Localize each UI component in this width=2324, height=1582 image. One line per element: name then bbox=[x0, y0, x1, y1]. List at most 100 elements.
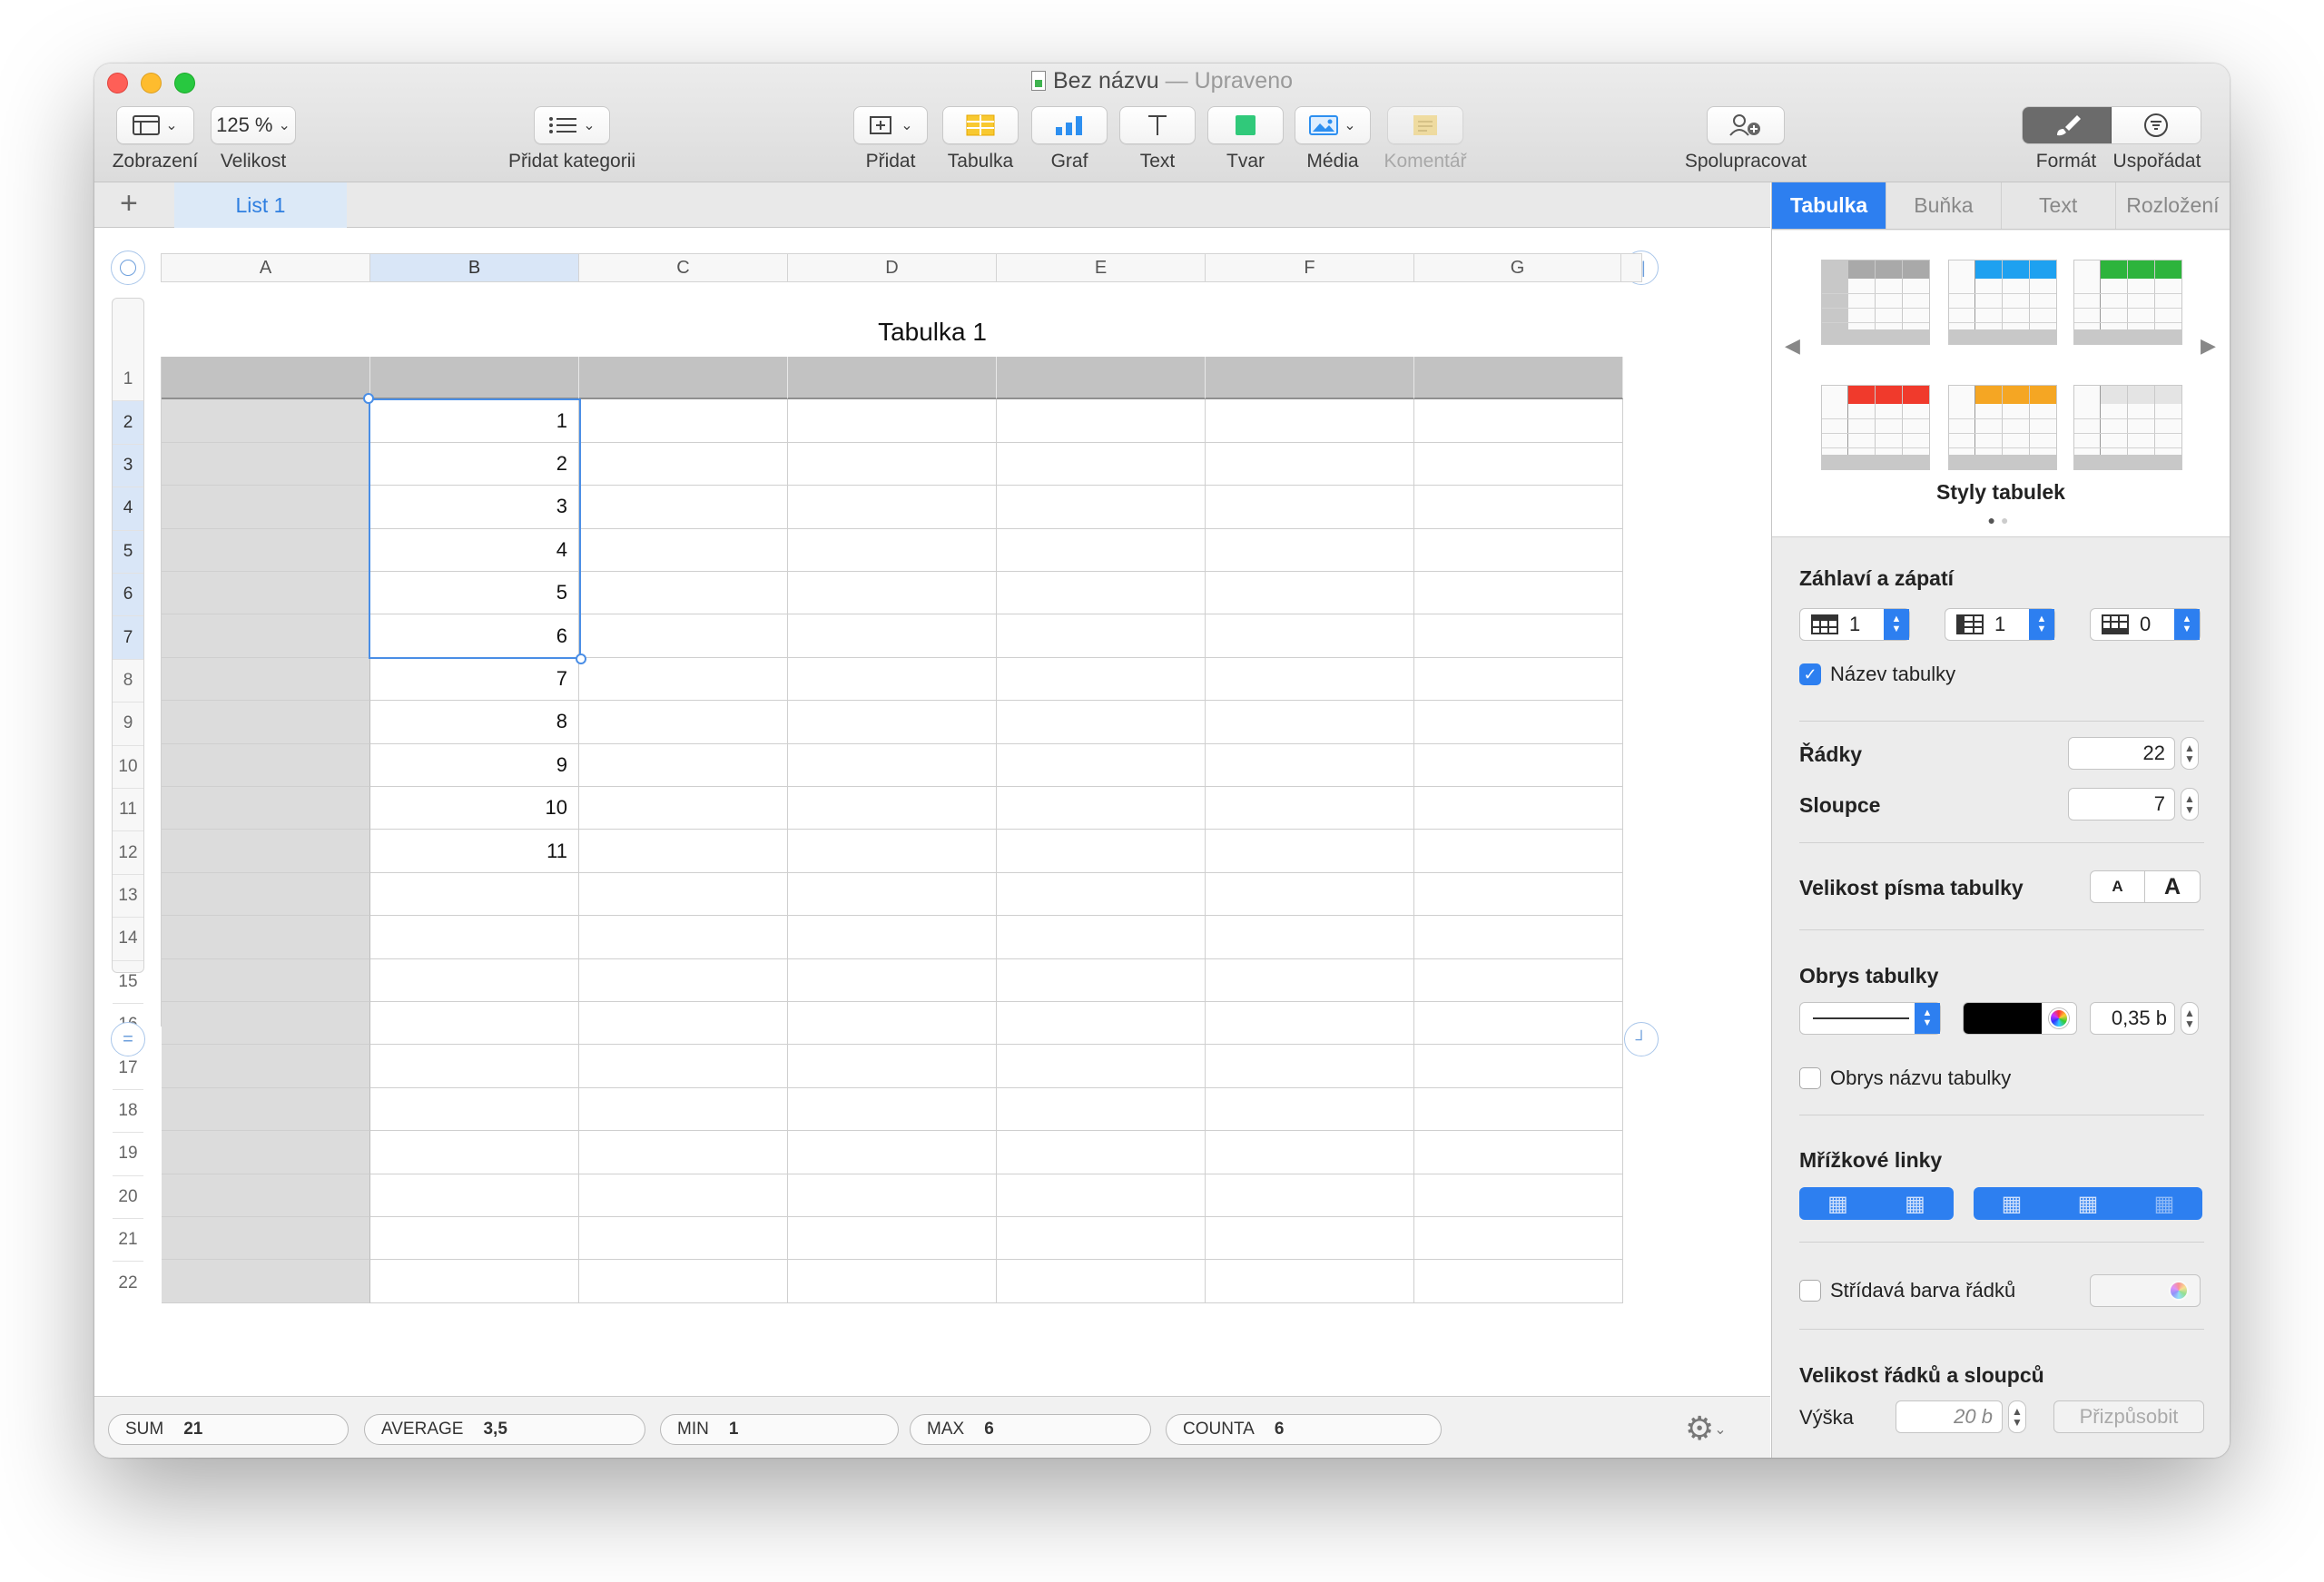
cell-e13[interactable] bbox=[997, 872, 1206, 917]
cell-e15[interactable] bbox=[997, 958, 1206, 1002]
average-pill[interactable]: AVERAGE 3,5 bbox=[364, 1414, 645, 1445]
table-style-thumbnail-6[interactable] bbox=[2073, 385, 2182, 470]
cell-a8[interactable] bbox=[162, 657, 370, 702]
row-header-5[interactable]: 5 bbox=[113, 529, 143, 573]
cell-d14[interactable] bbox=[788, 916, 997, 959]
table-style-thumbnail-4[interactable] bbox=[1821, 385, 1930, 470]
row-header-14[interactable]: 14 bbox=[113, 917, 143, 959]
row-header-10[interactable]: 10 bbox=[113, 744, 143, 788]
cell-c18[interactable] bbox=[579, 1087, 788, 1132]
cell-a10[interactable] bbox=[162, 743, 370, 787]
header-rows-select[interactable]: 1 ▲ ▼ bbox=[1799, 608, 1910, 641]
outline-width-field[interactable]: 0,35 b bbox=[2090, 1002, 2175, 1035]
cell-g12[interactable] bbox=[1414, 830, 1623, 873]
row-header-12[interactable]: 12 bbox=[113, 830, 143, 873]
cell-b11[interactable]: 10 bbox=[370, 787, 579, 830]
cell-c22[interactable] bbox=[579, 1260, 788, 1303]
cell-d19[interactable] bbox=[788, 1131, 997, 1174]
media-button[interactable]: ⌄ bbox=[1295, 106, 1371, 144]
row-header-20[interactable]: 20 bbox=[113, 1174, 143, 1218]
cell-e4[interactable] bbox=[997, 486, 1206, 529]
alternating-color-well[interactable] bbox=[2090, 1274, 2201, 1307]
vertical-gridlines-icon[interactable]: ▦ bbox=[1905, 1191, 1925, 1217]
cell-d9[interactable] bbox=[788, 701, 997, 744]
row-header-13[interactable]: 13 bbox=[113, 873, 143, 917]
cell-g13[interactable] bbox=[1414, 872, 1623, 917]
cell-e12[interactable] bbox=[997, 830, 1206, 873]
cell-b20[interactable] bbox=[370, 1174, 579, 1217]
cell-a19[interactable] bbox=[162, 1131, 370, 1174]
cell-g20[interactable] bbox=[1414, 1174, 1623, 1217]
sum-pill[interactable]: SUM 21 bbox=[108, 1414, 349, 1445]
cell-g6[interactable] bbox=[1414, 572, 1623, 615]
cell-g19[interactable] bbox=[1414, 1131, 1623, 1174]
cell-d11[interactable] bbox=[788, 787, 997, 830]
table-style-thumbnail-3[interactable] bbox=[2073, 260, 2182, 345]
cell-d2[interactable] bbox=[788, 399, 997, 443]
cell-d3[interactable] bbox=[788, 442, 997, 486]
cell-f19[interactable] bbox=[1206, 1131, 1414, 1174]
cell-b18[interactable] bbox=[370, 1087, 579, 1132]
cell-g9[interactable] bbox=[1414, 701, 1623, 744]
row-header-19[interactable]: 19 bbox=[113, 1132, 143, 1174]
cell-c13[interactable] bbox=[579, 872, 788, 917]
cell-g21[interactable] bbox=[1414, 1217, 1623, 1261]
cell-b16[interactable] bbox=[370, 1002, 579, 1046]
cell-a20[interactable] bbox=[162, 1174, 370, 1217]
cell-e6[interactable] bbox=[997, 572, 1206, 615]
cell-c4[interactable] bbox=[579, 486, 788, 529]
table-style-thumbnail-2[interactable] bbox=[1948, 260, 2057, 345]
cell-g16[interactable] bbox=[1414, 1002, 1623, 1046]
cell-e18[interactable] bbox=[997, 1087, 1206, 1132]
cell-d6[interactable] bbox=[788, 572, 997, 615]
min-pill[interactable]: MIN 1 bbox=[660, 1414, 899, 1445]
cell-f21[interactable] bbox=[1206, 1217, 1414, 1261]
cell-f3[interactable] bbox=[1206, 442, 1414, 486]
cell-c1[interactable] bbox=[579, 357, 788, 400]
outline-name-checkbox[interactable] bbox=[1799, 1067, 1821, 1089]
cell-e10[interactable] bbox=[997, 743, 1206, 787]
gear-icon[interactable]: ⚙⌄ bbox=[1685, 1410, 1727, 1448]
max-pill[interactable]: MAX 6 bbox=[910, 1414, 1151, 1445]
add-category-button[interactable]: ⌄ bbox=[534, 106, 610, 144]
chart-button[interactable] bbox=[1031, 106, 1108, 144]
view-button[interactable]: ⌄ bbox=[116, 106, 194, 144]
column-header-c[interactable]: C bbox=[579, 254, 788, 281]
cell-b17[interactable] bbox=[370, 1045, 579, 1088]
organize-button[interactable] bbox=[2112, 107, 2201, 143]
column-header-d[interactable]: D bbox=[788, 254, 997, 281]
row-header-4[interactable]: 4 bbox=[113, 486, 143, 530]
cell-c10[interactable] bbox=[579, 743, 788, 787]
cell-g7[interactable] bbox=[1414, 614, 1623, 658]
format-button[interactable] bbox=[2023, 107, 2112, 143]
cell-f17[interactable] bbox=[1206, 1045, 1414, 1088]
cell-d22[interactable] bbox=[788, 1260, 997, 1303]
cell-c21[interactable] bbox=[579, 1217, 788, 1261]
cell-a7[interactable] bbox=[162, 614, 370, 658]
cell-f4[interactable] bbox=[1206, 486, 1414, 529]
cell-g11[interactable] bbox=[1414, 787, 1623, 830]
cell-f13[interactable] bbox=[1206, 872, 1414, 917]
cell-c2[interactable] bbox=[579, 399, 788, 443]
add-row-handle[interactable]: = bbox=[111, 1022, 145, 1056]
zoom-select[interactable]: 125 % ⌄ bbox=[211, 106, 296, 144]
outline-color-well[interactable] bbox=[1963, 1002, 2077, 1035]
cell-e19[interactable] bbox=[997, 1131, 1206, 1174]
cell-g8[interactable] bbox=[1414, 657, 1623, 702]
cell-g1[interactable] bbox=[1414, 357, 1623, 400]
row-header-3[interactable]: 3 bbox=[113, 443, 143, 487]
cell-d17[interactable] bbox=[788, 1045, 997, 1088]
outline-width-stepper[interactable]: ▲ ▼ bbox=[2181, 1002, 2199, 1035]
cell-c12[interactable] bbox=[579, 830, 788, 873]
row-header-22[interactable]: 22 bbox=[113, 1261, 143, 1303]
tab-layout[interactable]: Rozložení bbox=[2116, 182, 2230, 229]
cell-c8[interactable] bbox=[579, 657, 788, 702]
cell-e17[interactable] bbox=[997, 1045, 1206, 1088]
table-style-thumbnail-1[interactable] bbox=[1821, 260, 1930, 345]
cell-f5[interactable] bbox=[1206, 528, 1414, 572]
cell-f18[interactable] bbox=[1206, 1087, 1414, 1132]
cell-b10[interactable]: 9 bbox=[370, 743, 579, 787]
cell-d7[interactable] bbox=[788, 614, 997, 658]
cell-b8[interactable]: 7 bbox=[370, 657, 579, 702]
cell-b5[interactable]: 4 bbox=[370, 528, 579, 572]
